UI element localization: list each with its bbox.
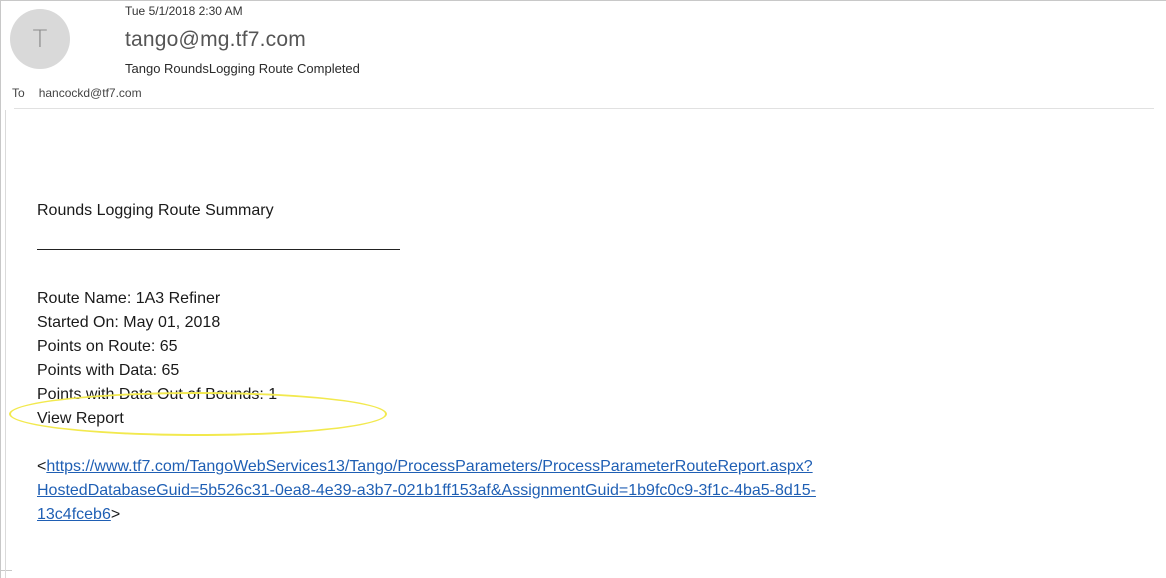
summary-lines: Route Name: 1A3 Refiner Started On: May … bbox=[37, 287, 277, 431]
points-with-data-line: Points with Data: 65 bbox=[37, 362, 180, 379]
report-link-part-1: https://www.tf7.com/TangoWebServices13/T… bbox=[46, 458, 813, 475]
report-link-part-3: 13c4fceb6 bbox=[37, 506, 111, 523]
to-label: To bbox=[12, 86, 25, 100]
route-name-line: Route Name: 1A3 Refiner bbox=[37, 290, 221, 307]
report-link[interactable]: https://www.tf7.com/TangoWebServices13/T… bbox=[37, 458, 816, 523]
view-report-line: View Report bbox=[37, 410, 124, 427]
recipients-row: To hancockd@tf7.com bbox=[12, 86, 142, 100]
left-border bbox=[0, 0, 1, 578]
body-left-rule bbox=[5, 110, 6, 578]
header-divider bbox=[14, 108, 1154, 109]
started-on-line: Started On: May 01, 2018 bbox=[37, 314, 221, 331]
summary-title: Rounds Logging Route Summary bbox=[37, 202, 274, 219]
message-date: Tue 5/1/2018 2:30 AM bbox=[125, 4, 243, 18]
message-subject: Tango RoundsLogging Route Completed bbox=[125, 61, 360, 76]
sender-address[interactable]: tango@mg.tf7.com bbox=[125, 28, 306, 52]
bottom-tick bbox=[0, 570, 12, 571]
points-on-route-line: Points on Route: 65 bbox=[37, 338, 178, 355]
top-border bbox=[0, 0, 1166, 1]
recipient-address[interactable]: hancockd@tf7.com bbox=[39, 86, 142, 100]
link-close-bracket: > bbox=[110, 506, 121, 523]
report-link-block: <https://www.tf7.com/TangoWebServices13/… bbox=[37, 455, 1137, 527]
avatar-initial: T bbox=[32, 25, 48, 53]
email-reading-pane: T Tue 5/1/2018 2:30 AM tango@mg.tf7.com … bbox=[0, 0, 1166, 578]
summary-underline bbox=[37, 249, 400, 250]
link-open-bracket: < bbox=[37, 458, 47, 475]
report-link-part-2: HostedDatabaseGuid=5b526c31-0ea8-4e39-a3… bbox=[37, 482, 816, 499]
points-out-of-bounds-line: Points with Data Out of Bounds: 1 bbox=[37, 386, 278, 403]
sender-avatar[interactable]: T bbox=[10, 9, 70, 69]
